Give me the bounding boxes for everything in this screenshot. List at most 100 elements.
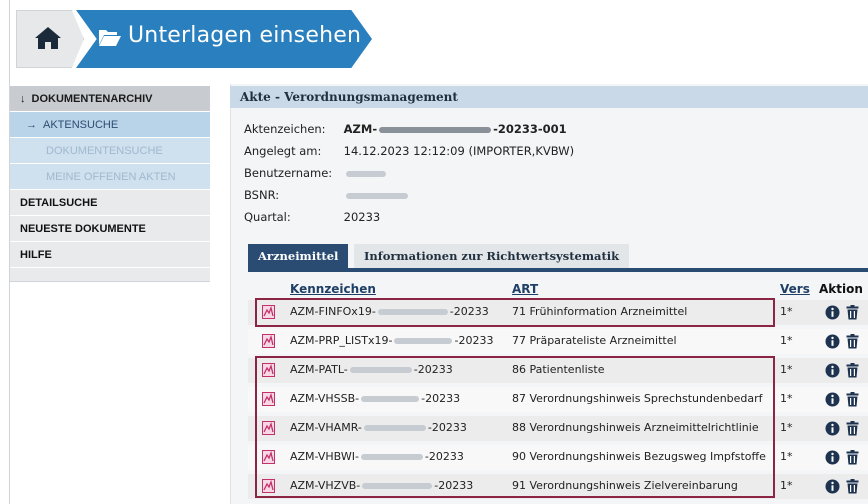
kennzeichen-cell[interactable]: AZM-PATL- -20233 bbox=[290, 358, 453, 382]
kennzeichen-prefix: AZM-FINFOx19- bbox=[290, 305, 376, 318]
art-cell: 86 Patientenliste bbox=[512, 363, 605, 376]
redacted-text bbox=[377, 309, 448, 315]
meta-benutzer: Benutzername: bbox=[244, 162, 574, 184]
angelegt-value: 14.12.2023 12:12:09 (IMPORTER,KVBW) bbox=[343, 144, 575, 158]
kennzeichen-suffix: -20233 bbox=[421, 392, 461, 405]
document-icon[interactable] bbox=[262, 334, 275, 348]
redacted-text bbox=[394, 338, 453, 344]
meta-label: Benutzername: bbox=[244, 166, 333, 180]
kennzeichen-cell[interactable]: AZM-VHSSB- -20233 bbox=[290, 387, 460, 411]
kennzeichen-suffix: -20233 bbox=[424, 450, 464, 463]
redacted-text bbox=[379, 126, 492, 133]
trash-icon[interactable] bbox=[846, 363, 859, 378]
kennzeichen-prefix: AZM-VHZVB- bbox=[290, 479, 361, 492]
arrow-right-icon: → bbox=[26, 119, 37, 131]
sidebar-item-label: DETAILSUCHE bbox=[20, 197, 98, 209]
kennzeichen-cell[interactable]: AZM-PRP_LISTx19- -20233 bbox=[290, 329, 493, 353]
column-header-kennzeichen[interactable]: Kennzeichen bbox=[290, 282, 376, 296]
meta-quartal: Quartal: 20233 bbox=[244, 206, 574, 228]
art-cell: 71 Frühinformation Arzneimittel bbox=[512, 305, 688, 318]
trash-icon[interactable] bbox=[846, 334, 859, 349]
kennzeichen-prefix: AZM-VHAMR- bbox=[290, 421, 362, 434]
trash-icon[interactable] bbox=[846, 421, 859, 436]
file-metadata: Aktenzeichen: AZM- -20233-001 Angelegt am… bbox=[244, 118, 574, 228]
sidebar-item-aktensuche[interactable]: → AKTENSUCHE bbox=[10, 112, 210, 138]
sidebar-item-dokumentensuche[interactable]: DOKUMENTENSUCHE bbox=[10, 138, 210, 164]
info-icon[interactable] bbox=[825, 305, 840, 320]
document-icon[interactable] bbox=[262, 421, 275, 435]
home-button[interactable] bbox=[16, 10, 84, 68]
meta-label: BSNR: bbox=[244, 188, 280, 202]
table-row: AZM-VHZVB- -20233 91 Verordnungshinweis Zi… bbox=[248, 474, 868, 499]
art-cell: 87 Verordnungshinweis Sprechstundenbedar… bbox=[512, 392, 763, 405]
document-icon[interactable] bbox=[262, 392, 275, 406]
sidebar-item-meine-offenen-akten[interactable]: MEINE OFFENEN AKTEN bbox=[10, 164, 210, 190]
table-row: AZM-PRP_LISTx19- -20233 77 Präparateliste … bbox=[248, 329, 868, 354]
column-header-vers[interactable]: Vers bbox=[780, 282, 810, 296]
trash-icon[interactable] bbox=[846, 305, 859, 320]
table-row: AZM-VHBWI- -20233 90 Verordnungshinweis Be… bbox=[248, 445, 868, 470]
sidebar: ↓ DOKUMENTENARCHIV → AKTENSUCHE DOKUMENTEN… bbox=[10, 86, 210, 282]
sidebar-item-label: DOKUMENTENSUCHE bbox=[46, 145, 163, 157]
redacted-text bbox=[345, 170, 386, 177]
vers-cell: 1* bbox=[780, 305, 793, 318]
trash-icon[interactable] bbox=[846, 392, 859, 407]
table-row: AZM-FINFOx19- -20233 71 Frühinformation Ar… bbox=[248, 300, 868, 325]
redacted-text bbox=[361, 396, 420, 402]
aktenzeichen-suffix: -20233-001 bbox=[493, 122, 567, 136]
meta-angelegt: Angelegt am: 14.12.2023 12:12:09 (IMPORT… bbox=[244, 140, 574, 162]
document-icon[interactable] bbox=[262, 305, 275, 319]
page-title: Unterlagen einsehen bbox=[128, 23, 362, 48]
art-cell: 88 Verordnungshinweis Arzneimittelrichtl… bbox=[512, 421, 759, 434]
tab-underline bbox=[248, 268, 868, 272]
kennzeichen-prefix: AZM-VHSSB- bbox=[290, 392, 360, 405]
info-icon[interactable] bbox=[825, 392, 840, 407]
kennzeichen-suffix: -20233 bbox=[413, 363, 453, 376]
kennzeichen-cell[interactable]: AZM-VHZVB- -20233 bbox=[290, 474, 473, 498]
vers-cell: 1* bbox=[780, 479, 793, 492]
column-header-art[interactable]: ART bbox=[512, 282, 538, 296]
redacted-text bbox=[363, 425, 426, 431]
trash-icon[interactable] bbox=[846, 450, 859, 465]
document-icon[interactable] bbox=[262, 479, 275, 493]
vers-cell: 1* bbox=[780, 392, 793, 405]
redacted-text bbox=[360, 454, 423, 460]
vers-cell: 1* bbox=[780, 363, 793, 376]
column-header-aktion: Aktion bbox=[819, 282, 863, 296]
aktenzeichen-value: AZM- -20233-001 bbox=[344, 122, 567, 136]
kennzeichen-suffix: -20233 bbox=[454, 334, 494, 347]
document-icon[interactable] bbox=[262, 363, 275, 377]
aktenzeichen-prefix: AZM- bbox=[343, 122, 378, 136]
art-cell: 91 Verordnungshinweis Zielvereinbarung bbox=[512, 479, 738, 492]
vers-cell: 1* bbox=[780, 421, 793, 434]
info-icon[interactable] bbox=[825, 421, 840, 436]
redacted-text bbox=[362, 483, 433, 489]
redacted-text bbox=[345, 192, 408, 199]
folder-open-icon bbox=[99, 30, 121, 46]
art-cell: 90 Verordnungshinweis Bezugsweg Impfstof… bbox=[512, 450, 766, 463]
info-icon[interactable] bbox=[825, 334, 840, 349]
sidebar-item-hilfe[interactable]: HILFE bbox=[10, 242, 210, 268]
trash-icon[interactable] bbox=[846, 479, 859, 494]
meta-bsnr: BSNR: bbox=[244, 184, 574, 206]
meta-label: Quartal: bbox=[244, 210, 291, 224]
vers-cell: 1* bbox=[780, 334, 793, 347]
sidebar-item-detailsuche[interactable]: DETAILSUCHE bbox=[10, 190, 210, 216]
quartal-value: 20233 bbox=[343, 210, 381, 224]
sidebar-item-dokumentenarchiv[interactable]: ↓ DOKUMENTENARCHIV bbox=[10, 86, 210, 112]
kennzeichen-cell[interactable]: AZM-FINFOx19- -20233 bbox=[290, 300, 489, 324]
kennzeichen-cell[interactable]: AZM-VHAMR- -20233 bbox=[290, 416, 467, 440]
info-icon[interactable] bbox=[825, 363, 840, 378]
tab-richtwertsystematik[interactable]: Informationen zur Richtwertsystematik bbox=[354, 244, 630, 268]
document-icon[interactable] bbox=[262, 450, 275, 464]
tab-arzneimittel[interactable]: Arzneimittel bbox=[248, 244, 349, 268]
kennzeichen-cell[interactable]: AZM-VHBWI- -20233 bbox=[290, 445, 464, 469]
sidebar-item-neueste-dokumente[interactable]: NEUESTE DOKUMENTE bbox=[10, 216, 210, 242]
sidebar-footer bbox=[10, 268, 210, 282]
info-icon[interactable] bbox=[825, 450, 840, 465]
info-icon[interactable] bbox=[825, 479, 840, 494]
redacted-text bbox=[349, 367, 412, 373]
sidebar-item-label: MEINE OFFENEN AKTEN bbox=[46, 171, 176, 183]
meta-label: Angelegt am: bbox=[244, 144, 322, 158]
art-cell: 77 Präparateliste Arzneimittel bbox=[512, 334, 677, 347]
